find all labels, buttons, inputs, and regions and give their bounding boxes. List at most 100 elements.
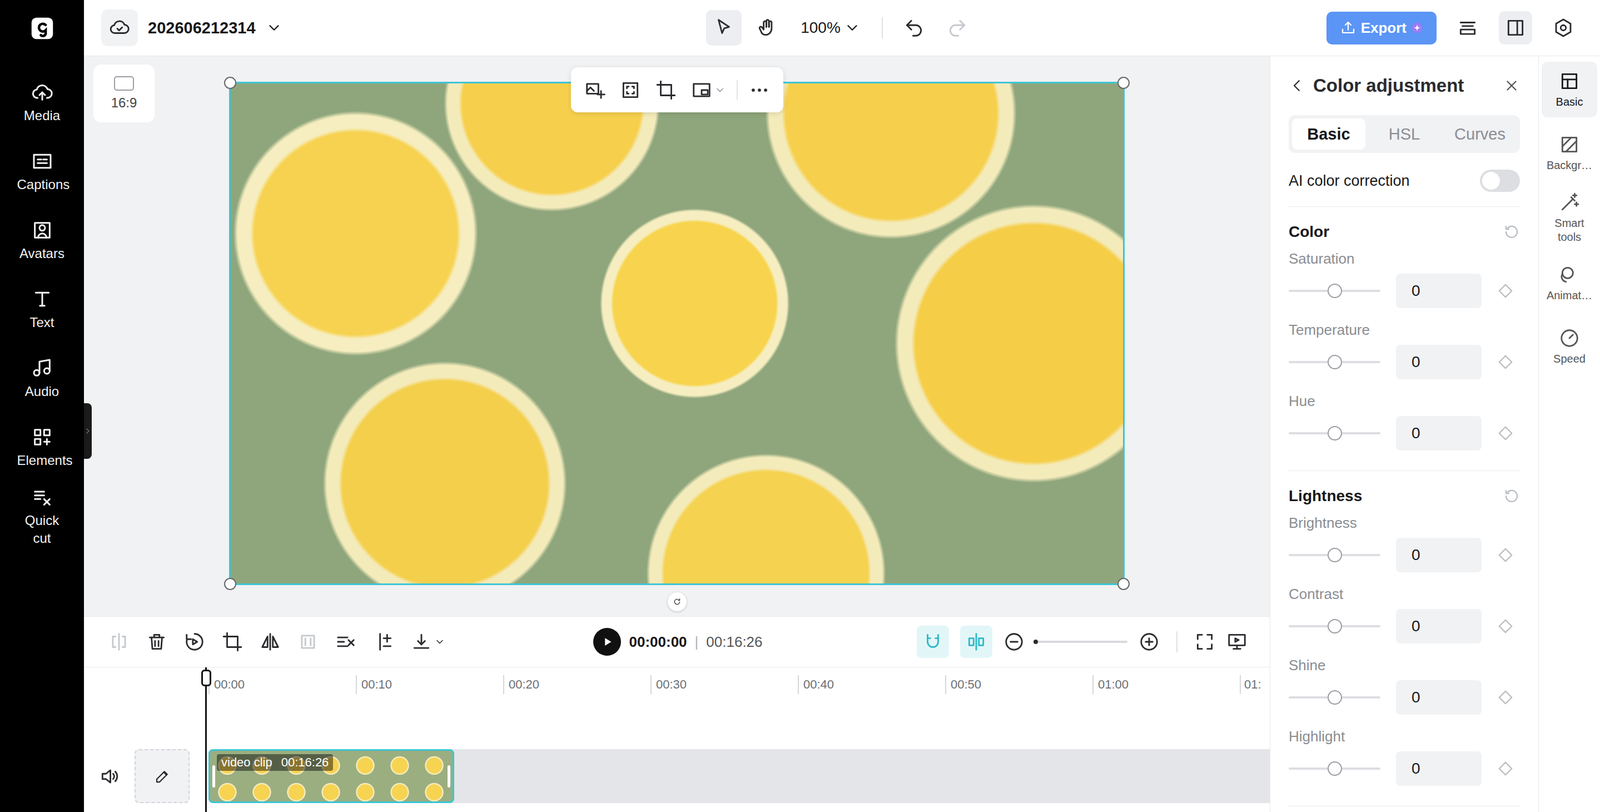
linkclip-toggle[interactable] bbox=[960, 625, 993, 658]
value-input[interactable]: 0 bbox=[1395, 273, 1482, 308]
property-tab[interactable]: Animat… bbox=[1541, 255, 1598, 311]
flip-button[interactable] bbox=[259, 630, 281, 653]
trim-handle[interactable] bbox=[447, 764, 451, 788]
redo-button[interactable] bbox=[939, 10, 976, 46]
crop-button[interactable] bbox=[221, 630, 243, 653]
elements-nav-item[interactable]: Elements bbox=[0, 413, 84, 483]
property-tab[interactable]: Speed bbox=[1541, 318, 1598, 375]
reset-icon[interactable] bbox=[1503, 487, 1520, 505]
resize-handle[interactable] bbox=[224, 577, 237, 590]
logo[interactable] bbox=[30, 0, 54, 57]
slider-thumb[interactable] bbox=[1327, 689, 1343, 705]
download-button[interactable] bbox=[410, 630, 446, 653]
timeline-zoom-slider[interactable] bbox=[1035, 640, 1128, 643]
slider-thumb[interactable] bbox=[1327, 354, 1343, 370]
slider-thumb[interactable] bbox=[1033, 639, 1038, 644]
more-button[interactable] bbox=[745, 76, 774, 104]
rotate-handle[interactable] bbox=[667, 592, 687, 611]
chevron-down-icon[interactable] bbox=[265, 19, 283, 37]
magnet-toggle[interactable] bbox=[916, 625, 949, 658]
keyframe-diamond-icon[interactable] bbox=[1497, 759, 1514, 777]
keyframe-diamond-icon[interactable] bbox=[1497, 282, 1514, 300]
keyframe-diamond-icon[interactable] bbox=[1497, 617, 1514, 635]
playhead[interactable] bbox=[205, 667, 207, 812]
tab[interactable]: HSL bbox=[1367, 118, 1442, 150]
slider-thumb[interactable] bbox=[1327, 283, 1343, 298]
avatars-nav-item[interactable]: Avatars bbox=[0, 206, 84, 276]
slider-thumb[interactable] bbox=[1327, 761, 1343, 776]
quick-cut-nav-item[interactable]: Quick cut bbox=[0, 482, 84, 551]
hand-tool-button[interactable] bbox=[749, 10, 785, 46]
adjust-slider[interactable] bbox=[1288, 553, 1381, 556]
pointer-tool-button[interactable] bbox=[706, 10, 742, 46]
keyframe-diamond-icon[interactable] bbox=[1497, 353, 1514, 371]
pip-button[interactable] bbox=[687, 76, 729, 104]
delete-button[interactable] bbox=[146, 630, 168, 653]
adjust-slider[interactable] bbox=[1288, 360, 1381, 364]
undo-button[interactable] bbox=[896, 10, 932, 46]
adjust-slider[interactable] bbox=[1288, 624, 1381, 628]
project-name[interactable]: 202606212314 bbox=[147, 18, 256, 38]
resize-handle[interactable] bbox=[224, 76, 237, 89]
slider-thumb[interactable] bbox=[1327, 425, 1343, 441]
value-input[interactable]: 0 bbox=[1395, 679, 1482, 715]
property-tab[interactable]: Basic bbox=[1541, 61, 1598, 118]
slider-thumb[interactable] bbox=[1327, 618, 1343, 634]
value-input[interactable]: 0 bbox=[1395, 608, 1482, 644]
video-preview[interactable] bbox=[229, 81, 1125, 585]
keyframe-diamond-icon[interactable] bbox=[1497, 424, 1514, 442]
keyframe-diamond-icon[interactable] bbox=[1497, 546, 1514, 564]
panel-toggle-button[interactable] bbox=[1498, 11, 1533, 45]
freeze-button[interactable] bbox=[297, 630, 319, 653]
fullscreen-button[interactable] bbox=[1194, 630, 1216, 653]
text-nav-item[interactable]: Text bbox=[0, 275, 84, 345]
video-clip[interactable]: video clip00:16:26 bbox=[208, 748, 455, 803]
slider-thumb[interactable] bbox=[1327, 547, 1343, 563]
property-tab[interactable]: Smart tools bbox=[1541, 188, 1598, 248]
adjust-slider[interactable] bbox=[1288, 696, 1381, 699]
export-button[interactable]: Export bbox=[1326, 11, 1437, 45]
replay-button[interactable] bbox=[184, 630, 206, 653]
value-input[interactable]: 0 bbox=[1395, 415, 1482, 451]
property-tab[interactable]: Backgr… bbox=[1541, 125, 1598, 181]
imgreplace-button[interactable] bbox=[580, 76, 609, 104]
zoom-select[interactable]: 100% bbox=[792, 12, 869, 44]
media-nav-item[interactable]: Media bbox=[0, 68, 84, 138]
tab[interactable]: Basic bbox=[1292, 118, 1366, 150]
value-input[interactable]: 0 bbox=[1395, 537, 1482, 573]
cloud-save-button[interactable] bbox=[101, 9, 138, 47]
adjust-slider[interactable] bbox=[1288, 767, 1381, 770]
keyframe-diamond-icon[interactable] bbox=[1497, 688, 1514, 706]
trim-end-button[interactable] bbox=[373, 630, 395, 653]
aspect-ratio-button[interactable]: 16:9 bbox=[93, 64, 155, 123]
tab[interactable]: Curves bbox=[1443, 118, 1517, 150]
time-ruler[interactable]: 00:0000:1000:2000:3000:4000:5001:0001: bbox=[83, 667, 1270, 703]
resize-handle[interactable] bbox=[1117, 76, 1130, 89]
split-button[interactable] bbox=[108, 630, 130, 653]
zoom-in-button[interactable] bbox=[1138, 630, 1160, 653]
layers-button[interactable] bbox=[1451, 11, 1485, 45]
play-button[interactable] bbox=[593, 627, 621, 656]
track-edit-button[interactable] bbox=[134, 748, 190, 803]
settings-button[interactable] bbox=[1546, 11, 1580, 45]
playhead-handle[interactable] bbox=[201, 669, 212, 687]
fitbox-button[interactable] bbox=[616, 76, 645, 104]
speed-cut-button[interactable] bbox=[335, 630, 357, 653]
speaker-icon[interactable] bbox=[98, 765, 121, 787]
audio-nav-item[interactable]: Audio bbox=[0, 344, 84, 414]
value-input[interactable]: 0 bbox=[1395, 344, 1482, 380]
resize-handle[interactable] bbox=[1117, 577, 1130, 590]
adjust-slider[interactable] bbox=[1288, 431, 1381, 435]
value-input[interactable]: 0 bbox=[1395, 751, 1482, 786]
crop-button[interactable] bbox=[652, 76, 680, 104]
captions-nav-item[interactable]: Captions bbox=[0, 137, 84, 207]
back-icon[interactable] bbox=[1288, 77, 1306, 94]
reset-icon[interactable] bbox=[1503, 223, 1520, 241]
zoom-out-button[interactable] bbox=[1003, 630, 1025, 653]
ai-correction-switch[interactable] bbox=[1479, 169, 1520, 192]
preview-monitor-button[interactable] bbox=[1226, 630, 1248, 653]
adjust-slider[interactable] bbox=[1288, 289, 1381, 292]
sidebar-collapse-tab[interactable] bbox=[83, 403, 92, 459]
trim-handle[interactable] bbox=[212, 764, 216, 788]
close-icon[interactable] bbox=[1503, 77, 1520, 94]
